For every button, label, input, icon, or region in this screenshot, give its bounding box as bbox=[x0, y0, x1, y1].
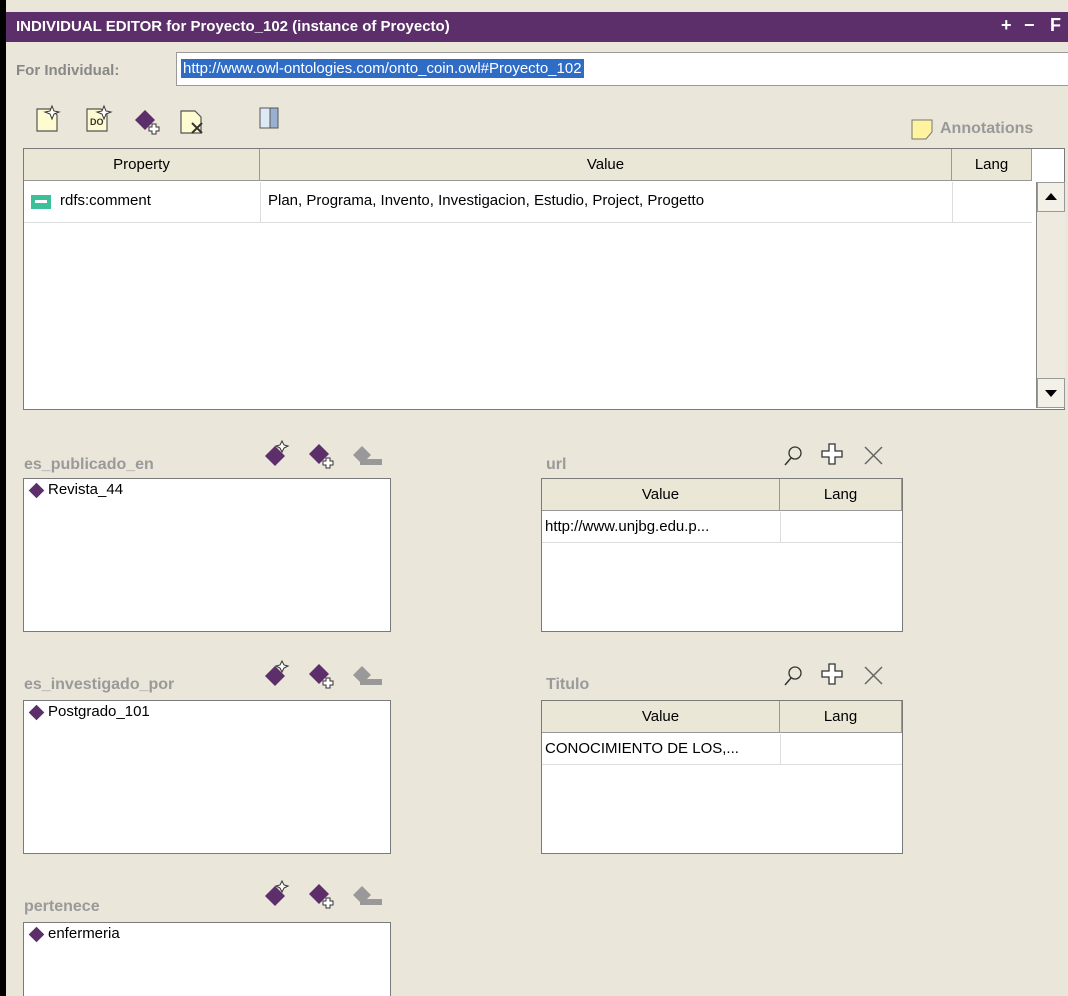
url-value-cell: http://www.unjbg.edu.p... bbox=[545, 518, 710, 535]
titulo-label: Titulo bbox=[546, 676, 590, 693]
list-item[interactable]: Revista_44 bbox=[28, 481, 123, 498]
note-icon bbox=[911, 119, 933, 140]
editor-window: INDIVIDUAL EDITOR for Proyecto_102 (inst… bbox=[0, 0, 1068, 996]
value-column-header[interactable]: Value bbox=[542, 701, 780, 733]
table-row[interactable]: CONOCIMIENTO DE LOS,... bbox=[542, 734, 902, 765]
create-datatype-icon[interactable]: DO bbox=[84, 104, 114, 134]
property-column-header[interactable]: Property bbox=[24, 149, 260, 181]
lang-column-header[interactable]: Lang bbox=[780, 701, 902, 733]
arrow-up-icon bbox=[1045, 193, 1057, 200]
value-cell: Plan, Programa, Invento, Investigacion, … bbox=[268, 192, 705, 209]
remove-instance-icon[interactable] bbox=[352, 884, 384, 912]
lang-column-header[interactable]: Lang bbox=[780, 479, 902, 511]
list-item[interactable]: Postgrado_101 bbox=[28, 703, 150, 720]
add-value-icon[interactable] bbox=[820, 662, 846, 688]
property-cell: rdfs:comment bbox=[24, 182, 261, 222]
instance-icon bbox=[28, 926, 45, 942]
add-instance-icon[interactable] bbox=[308, 662, 340, 694]
individual-uri-field[interactable]: http://www.owl-ontologies.com/onto_coin.… bbox=[176, 52, 1068, 86]
value-column-header[interactable]: Value bbox=[260, 149, 952, 181]
add-instance-icon[interactable] bbox=[308, 442, 340, 474]
lang-column-header[interactable]: Lang bbox=[952, 149, 1032, 181]
create-resource-icon[interactable] bbox=[34, 104, 62, 134]
instance-icon bbox=[28, 704, 45, 720]
table-row[interactable]: http://www.unjbg.edu.p... bbox=[542, 512, 902, 543]
individual-uri-value: http://www.owl-ontologies.com/onto_coin.… bbox=[181, 59, 584, 78]
remove-instance-icon[interactable] bbox=[352, 664, 384, 692]
table-row[interactable]: rdfs:comment Plan, Programa, Invento, In… bbox=[24, 182, 1032, 223]
value-column-header[interactable]: Value bbox=[542, 479, 780, 511]
remove-value-icon[interactable] bbox=[178, 106, 208, 136]
es-publicado-en-label: es_publicado_en bbox=[24, 456, 154, 473]
window-title: INDIVIDUAL EDITOR for Proyecto_102 (inst… bbox=[16, 18, 450, 35]
expand-button[interactable]: + bbox=[1001, 15, 1012, 36]
svg-text:DO: DO bbox=[90, 117, 104, 127]
scroll-up-button[interactable] bbox=[1037, 182, 1065, 212]
add-value-icon[interactable] bbox=[820, 442, 846, 468]
pertenece-label: pertenece bbox=[24, 898, 100, 915]
delete-value-icon[interactable] bbox=[862, 444, 886, 468]
titulo-table: Value Lang CONOCIMIENTO DE LOS,... bbox=[541, 700, 903, 854]
add-instance-icon[interactable] bbox=[134, 108, 164, 138]
collapse-button[interactable]: − bbox=[1024, 15, 1035, 36]
instance-icon bbox=[28, 482, 45, 498]
annotations-label: Annotations bbox=[940, 120, 1034, 137]
url-label: url bbox=[546, 456, 567, 473]
url-table: Value Lang http://www.unjbg.edu.p... bbox=[541, 478, 903, 632]
es-publicado-en-list[interactable]: Revista_44 bbox=[23, 478, 391, 632]
annotations-table: Property Value Lang rdfs:comment Plan, P… bbox=[23, 148, 1065, 410]
titulo-lang-cell bbox=[780, 734, 902, 764]
list-item[interactable]: enfermeria bbox=[28, 925, 120, 942]
pertenece-list[interactable]: enfermeria bbox=[23, 922, 391, 996]
delete-value-icon[interactable] bbox=[862, 664, 886, 688]
es-investigado-por-label: es_investigado_por bbox=[24, 676, 175, 693]
remove-instance-icon[interactable] bbox=[352, 444, 384, 472]
property-name: rdfs:comment bbox=[60, 192, 151, 209]
search-icon[interactable] bbox=[782, 444, 806, 468]
search-icon[interactable] bbox=[782, 664, 806, 688]
titulo-value-cell: CONOCIMIENTO DE LOS,... bbox=[545, 740, 739, 757]
float-button[interactable]: F bbox=[1050, 15, 1061, 36]
title-bar: INDIVIDUAL EDITOR for Proyecto_102 (inst… bbox=[6, 12, 1068, 42]
create-instance-icon[interactable] bbox=[264, 440, 294, 470]
lang-cell bbox=[952, 182, 1033, 222]
columns-icon[interactable] bbox=[258, 106, 282, 132]
table-scrollbar[interactable] bbox=[1036, 182, 1065, 408]
scroll-down-button[interactable] bbox=[1037, 378, 1065, 408]
es-investigado-por-list[interactable]: Postgrado_101 bbox=[23, 700, 391, 854]
arrow-down-icon bbox=[1045, 390, 1057, 397]
url-lang-cell bbox=[780, 512, 902, 542]
for-individual-label: For Individual: bbox=[16, 62, 120, 79]
create-instance-icon[interactable] bbox=[264, 660, 294, 690]
annotation-property-icon bbox=[31, 195, 51, 209]
add-instance-icon[interactable] bbox=[308, 882, 340, 914]
create-instance-icon[interactable] bbox=[264, 880, 294, 910]
